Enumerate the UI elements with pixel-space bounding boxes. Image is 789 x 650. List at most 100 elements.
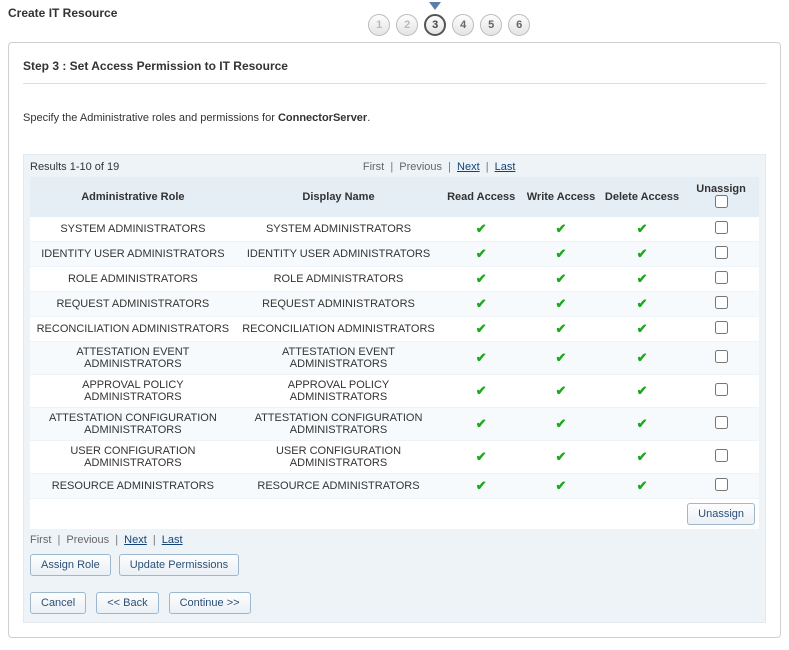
unassign-checkbox[interactable] <box>715 321 728 334</box>
cell-unassign <box>683 375 759 408</box>
check-icon <box>474 479 488 493</box>
wizard-step-4[interactable]: 4 <box>452 14 474 36</box>
cell-display: ROLE ADMINISTRATORS <box>236 267 442 292</box>
instruction-text: Specify the Administrative roles and per… <box>23 112 766 124</box>
wizard-stepper: 123456 <box>368 6 530 36</box>
cell-role: ATTESTATION CONFIGURATION ADMINISTRATORS <box>30 408 236 441</box>
check-icon <box>635 247 649 261</box>
cell-display: SYSTEM ADMINISTRATORS <box>236 217 442 242</box>
check-icon <box>474 351 488 365</box>
cell-unassign <box>683 242 759 267</box>
cell-unassign <box>683 474 759 499</box>
wizard-step-2: 2 <box>396 14 418 36</box>
check-icon <box>635 384 649 398</box>
update-permissions-button[interactable]: Update Permissions <box>119 554 239 576</box>
unassign-checkbox[interactable] <box>715 271 728 284</box>
check-icon <box>474 222 488 236</box>
unassign-checkbox[interactable] <box>715 296 728 309</box>
cell-role: SYSTEM ADMINISTRATORS <box>30 217 236 242</box>
cell-display: RECONCILIATION ADMINISTRATORS <box>236 317 442 342</box>
cell-unassign <box>683 267 759 292</box>
check-icon <box>554 384 568 398</box>
unassign-button[interactable]: Unassign <box>687 503 755 525</box>
cell-write-access <box>521 292 601 317</box>
cell-role: USER CONFIGURATION ADMINISTRATORS <box>30 441 236 474</box>
cell-delete-access <box>601 217 683 242</box>
pager-last[interactable]: Last <box>495 161 516 173</box>
cell-write-access <box>521 242 601 267</box>
pager-next-bottom[interactable]: Next <box>124 534 147 546</box>
check-icon <box>554 450 568 464</box>
unassign-checkbox[interactable] <box>715 449 728 462</box>
table-row: RECONCILIATION ADMINISTRATORSRECONCILIAT… <box>30 317 759 342</box>
cell-write-access <box>521 217 601 242</box>
col-header-display: Display Name <box>236 177 442 217</box>
cell-role: APPROVAL POLICY ADMINISTRATORS <box>30 375 236 408</box>
unassign-checkbox[interactable] <box>715 478 728 491</box>
check-icon <box>554 417 568 431</box>
check-icon <box>474 272 488 286</box>
cell-read-access <box>441 441 521 474</box>
step-indicator-icon <box>368 2 530 10</box>
check-icon <box>474 417 488 431</box>
cell-role: REQUEST ADMINISTRATORS <box>30 292 236 317</box>
cell-read-access <box>441 267 521 292</box>
wizard-step-3[interactable]: 3 <box>424 14 446 36</box>
check-icon <box>554 297 568 311</box>
results-count: Results 1-10 of 19 <box>30 161 119 173</box>
table-row: IDENTITY USER ADMINISTRATORSIDENTITY USE… <box>30 242 759 267</box>
step-title: Step 3 : Set Access Permission to IT Res… <box>23 59 766 73</box>
cell-write-access <box>521 441 601 474</box>
cell-read-access <box>441 242 521 267</box>
col-header-unassign-label: Unassign <box>687 183 755 195</box>
cell-read-access <box>441 217 521 242</box>
unassign-all-checkbox[interactable] <box>715 195 728 208</box>
pager-next[interactable]: Next <box>457 161 480 173</box>
wizard-step-5[interactable]: 5 <box>480 14 502 36</box>
wizard-step-6[interactable]: 6 <box>508 14 530 36</box>
instr-target: ConnectorServer <box>278 112 367 124</box>
instr-suffix: . <box>367 112 370 124</box>
pager-last-bottom[interactable]: Last <box>162 534 183 546</box>
check-icon <box>635 322 649 336</box>
cell-read-access <box>441 292 521 317</box>
cell-unassign <box>683 342 759 375</box>
unassign-checkbox[interactable] <box>715 246 728 259</box>
unassign-checkbox[interactable] <box>715 416 728 429</box>
check-icon <box>635 272 649 286</box>
col-header-role: Administrative Role <box>30 177 236 217</box>
table-row: RESOURCE ADMINISTRATORSRESOURCE ADMINIST… <box>30 474 759 499</box>
wizard-panel: Step 3 : Set Access Permission to IT Res… <box>8 42 781 638</box>
check-icon <box>635 222 649 236</box>
cell-read-access <box>441 342 521 375</box>
assign-role-button[interactable]: Assign Role <box>30 554 111 576</box>
cell-unassign <box>683 292 759 317</box>
instr-prefix: Specify the Administrative roles and per… <box>23 112 278 124</box>
cancel-button[interactable]: Cancel <box>30 592 86 614</box>
cell-role: IDENTITY USER ADMINISTRATORS <box>30 242 236 267</box>
permissions-table-region: Results 1-10 of 19 First | Previous | Ne… <box>23 154 766 623</box>
cell-unassign <box>683 317 759 342</box>
check-icon <box>635 297 649 311</box>
continue-button[interactable]: Continue >> <box>169 592 251 614</box>
check-icon <box>554 247 568 261</box>
cell-display: REQUEST ADMINISTRATORS <box>236 292 442 317</box>
back-button[interactable]: << Back <box>96 592 158 614</box>
unassign-checkbox[interactable] <box>715 350 728 363</box>
cell-display: ATTESTATION CONFIGURATION ADMINISTRATORS <box>236 408 442 441</box>
cell-delete-access <box>601 474 683 499</box>
check-icon <box>635 351 649 365</box>
check-icon <box>554 222 568 236</box>
check-icon <box>554 351 568 365</box>
cell-delete-access <box>601 375 683 408</box>
table-row: ATTESTATION EVENT ADMINISTRATORSATTESTAT… <box>30 342 759 375</box>
cell-unassign <box>683 217 759 242</box>
unassign-checkbox[interactable] <box>715 383 728 396</box>
check-icon <box>474 322 488 336</box>
check-icon <box>474 247 488 261</box>
cell-role: ROLE ADMINISTRATORS <box>30 267 236 292</box>
unassign-checkbox[interactable] <box>715 221 728 234</box>
check-icon <box>635 479 649 493</box>
cell-role: ATTESTATION EVENT ADMINISTRATORS <box>30 342 236 375</box>
cell-display: IDENTITY USER ADMINISTRATORS <box>236 242 442 267</box>
